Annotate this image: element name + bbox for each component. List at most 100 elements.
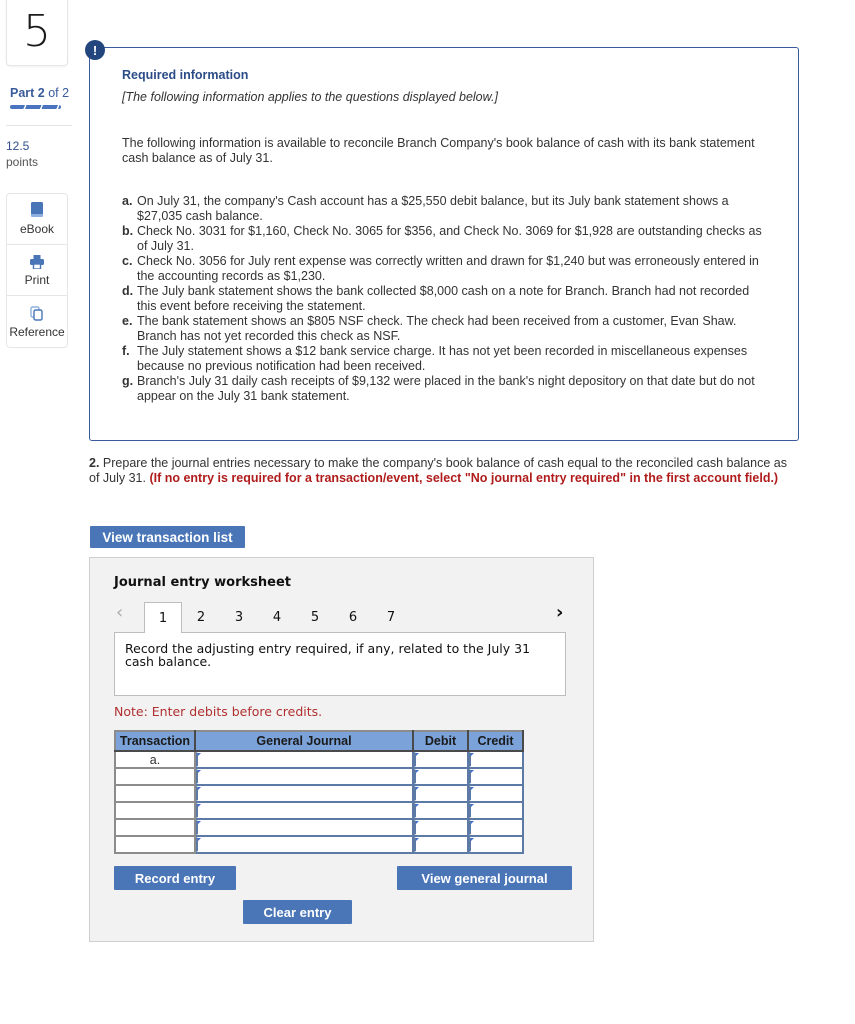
required-info-intro: The following information is available t… bbox=[122, 136, 755, 165]
view-general-journal-button[interactable]: View general journal bbox=[397, 866, 572, 890]
worksheet-note: Note: Enter debits before credits. bbox=[114, 704, 323, 719]
credit-field[interactable] bbox=[469, 837, 522, 852]
account-field[interactable] bbox=[196, 837, 412, 852]
account-field[interactable] bbox=[196, 803, 412, 818]
clear-entry-button[interactable]: Clear entry bbox=[243, 900, 352, 924]
reference-label: Reference bbox=[9, 324, 65, 339]
reference-button[interactable]: Reference bbox=[7, 296, 67, 347]
account-field[interactable] bbox=[196, 769, 412, 784]
item-text: The July statement shows a $12 bank serv… bbox=[137, 344, 748, 373]
transaction-cell bbox=[115, 802, 196, 820]
transaction-cell bbox=[115, 819, 196, 837]
worksheet-title: Journal entry worksheet bbox=[114, 575, 291, 590]
part-progress-bar bbox=[10, 105, 61, 109]
account-field[interactable] bbox=[196, 820, 412, 835]
view-transaction-list-button[interactable]: View transaction list bbox=[90, 526, 245, 548]
table-row bbox=[115, 768, 524, 786]
list-item: d. The July bank statement shows the bank… bbox=[122, 284, 772, 314]
item-text: The July bank statement shows the bank c… bbox=[137, 284, 750, 313]
list-item: g. Branch's July 31 daily cash receipts o… bbox=[122, 374, 772, 404]
debit-field[interactable] bbox=[414, 786, 467, 801]
points-value: 12.5 bbox=[6, 139, 30, 153]
item-letter: d. bbox=[122, 284, 134, 298]
chevron-left-icon[interactable]: ‹ bbox=[116, 602, 123, 623]
worksheet-description: Record the adjusting entry required, if … bbox=[114, 632, 566, 696]
part-current: Part 2 bbox=[10, 86, 45, 100]
list-item: c. Check No. 3056 for July rent expense w… bbox=[122, 254, 772, 284]
required-information-panel: Required information [The following info… bbox=[89, 47, 799, 441]
column-header-transaction: Transaction bbox=[115, 731, 196, 752]
points-label: points bbox=[6, 155, 39, 169]
credit-field[interactable] bbox=[469, 769, 522, 784]
rail-divider bbox=[6, 125, 72, 126]
tab-4[interactable]: 4 bbox=[258, 602, 296, 632]
list-item: e. The bank statement shows an $805 NSF c… bbox=[122, 314, 772, 344]
debit-field[interactable] bbox=[414, 752, 467, 767]
tab-2[interactable]: 2 bbox=[182, 602, 220, 632]
item-text: The bank statement shows an $805 NSF che… bbox=[137, 314, 737, 343]
journal-entry-worksheet: Journal entry worksheet ‹ 1 2 3 4 5 6 7 … bbox=[89, 557, 594, 942]
transaction-cell bbox=[115, 768, 196, 786]
item-letter: c. bbox=[122, 254, 133, 268]
credit-field[interactable] bbox=[469, 820, 522, 835]
chevron-right-icon[interactable]: › bbox=[556, 602, 563, 623]
debit-field[interactable] bbox=[414, 820, 467, 835]
question-2-prompt: 2. Prepare the journal entries necessary… bbox=[89, 456, 789, 486]
item-text: Check No. 3056 for July rent expense was… bbox=[137, 254, 759, 283]
print-label: Print bbox=[24, 273, 50, 287]
table-row bbox=[115, 819, 524, 837]
account-field[interactable] bbox=[196, 752, 412, 767]
item-letter: b. bbox=[122, 224, 134, 238]
question-2-instruction: (If no entry is required for a transacti… bbox=[149, 471, 779, 485]
item-letter: f. bbox=[122, 344, 130, 358]
printer-icon bbox=[30, 253, 44, 269]
question-number: 5 bbox=[6, 0, 68, 66]
list-item: b. Check No. 3031 for $1,160, Check No. 3… bbox=[122, 224, 772, 254]
debit-field[interactable] bbox=[414, 769, 467, 784]
table-row bbox=[115, 785, 524, 803]
column-header-debit: Debit bbox=[413, 731, 469, 752]
item-letter: e. bbox=[122, 314, 133, 328]
worksheet-tabs: 1 2 3 4 5 6 7 bbox=[144, 602, 410, 633]
ebook-label: eBook bbox=[19, 222, 55, 236]
transaction-cell: a. bbox=[115, 751, 196, 769]
table-row bbox=[115, 836, 524, 854]
list-item: a. On July 31, the company's Cash account… bbox=[122, 194, 772, 224]
item-letter: g. bbox=[122, 374, 134, 388]
tab-5[interactable]: 5 bbox=[296, 602, 334, 632]
required-info-list: a. On July 31, the company's Cash account… bbox=[122, 194, 772, 404]
tab-1[interactable]: 1 bbox=[144, 602, 182, 633]
table-row: a. bbox=[115, 751, 524, 769]
tab-7[interactable]: 7 bbox=[372, 602, 410, 632]
debit-field[interactable] bbox=[414, 837, 467, 852]
transaction-cell bbox=[115, 785, 196, 803]
item-text: Check No. 3031 for $1,160, Check No. 306… bbox=[137, 224, 762, 253]
credit-field[interactable] bbox=[469, 752, 522, 767]
item-text: On July 31, the company's Cash account h… bbox=[137, 194, 729, 223]
book-icon bbox=[30, 202, 44, 218]
part-total: of 2 bbox=[48, 86, 70, 100]
tab-3[interactable]: 3 bbox=[220, 602, 258, 632]
item-letter: a. bbox=[122, 194, 133, 208]
journal-header-row: Transaction General Journal Debit Credit bbox=[115, 731, 524, 752]
column-header-credit: Credit bbox=[468, 731, 524, 752]
print-button[interactable]: Print bbox=[7, 245, 67, 296]
debit-field[interactable] bbox=[414, 803, 467, 818]
alert-icon: ! bbox=[85, 40, 105, 60]
credit-field[interactable] bbox=[469, 786, 522, 801]
table-row bbox=[115, 802, 524, 820]
transaction-cell bbox=[115, 836, 196, 854]
journal-table: Transaction General Journal Debit Credit… bbox=[114, 730, 524, 854]
ebook-button[interactable]: eBook bbox=[7, 194, 67, 245]
copy-pages-icon bbox=[30, 305, 44, 321]
credit-field[interactable] bbox=[469, 803, 522, 818]
required-info-subtitle: [The following information applies to th… bbox=[122, 90, 498, 104]
column-header-general-journal: General Journal bbox=[195, 731, 414, 752]
record-entry-button[interactable]: Record entry bbox=[114, 866, 236, 890]
tab-6[interactable]: 6 bbox=[334, 602, 372, 632]
part-indicator: Part 2 of 2 bbox=[10, 86, 69, 100]
question-2-number: 2. bbox=[89, 456, 100, 470]
required-info-title: Required information bbox=[122, 68, 249, 82]
account-field[interactable] bbox=[196, 786, 412, 801]
list-item: f. The July statement shows a $12 bank se… bbox=[122, 344, 772, 374]
